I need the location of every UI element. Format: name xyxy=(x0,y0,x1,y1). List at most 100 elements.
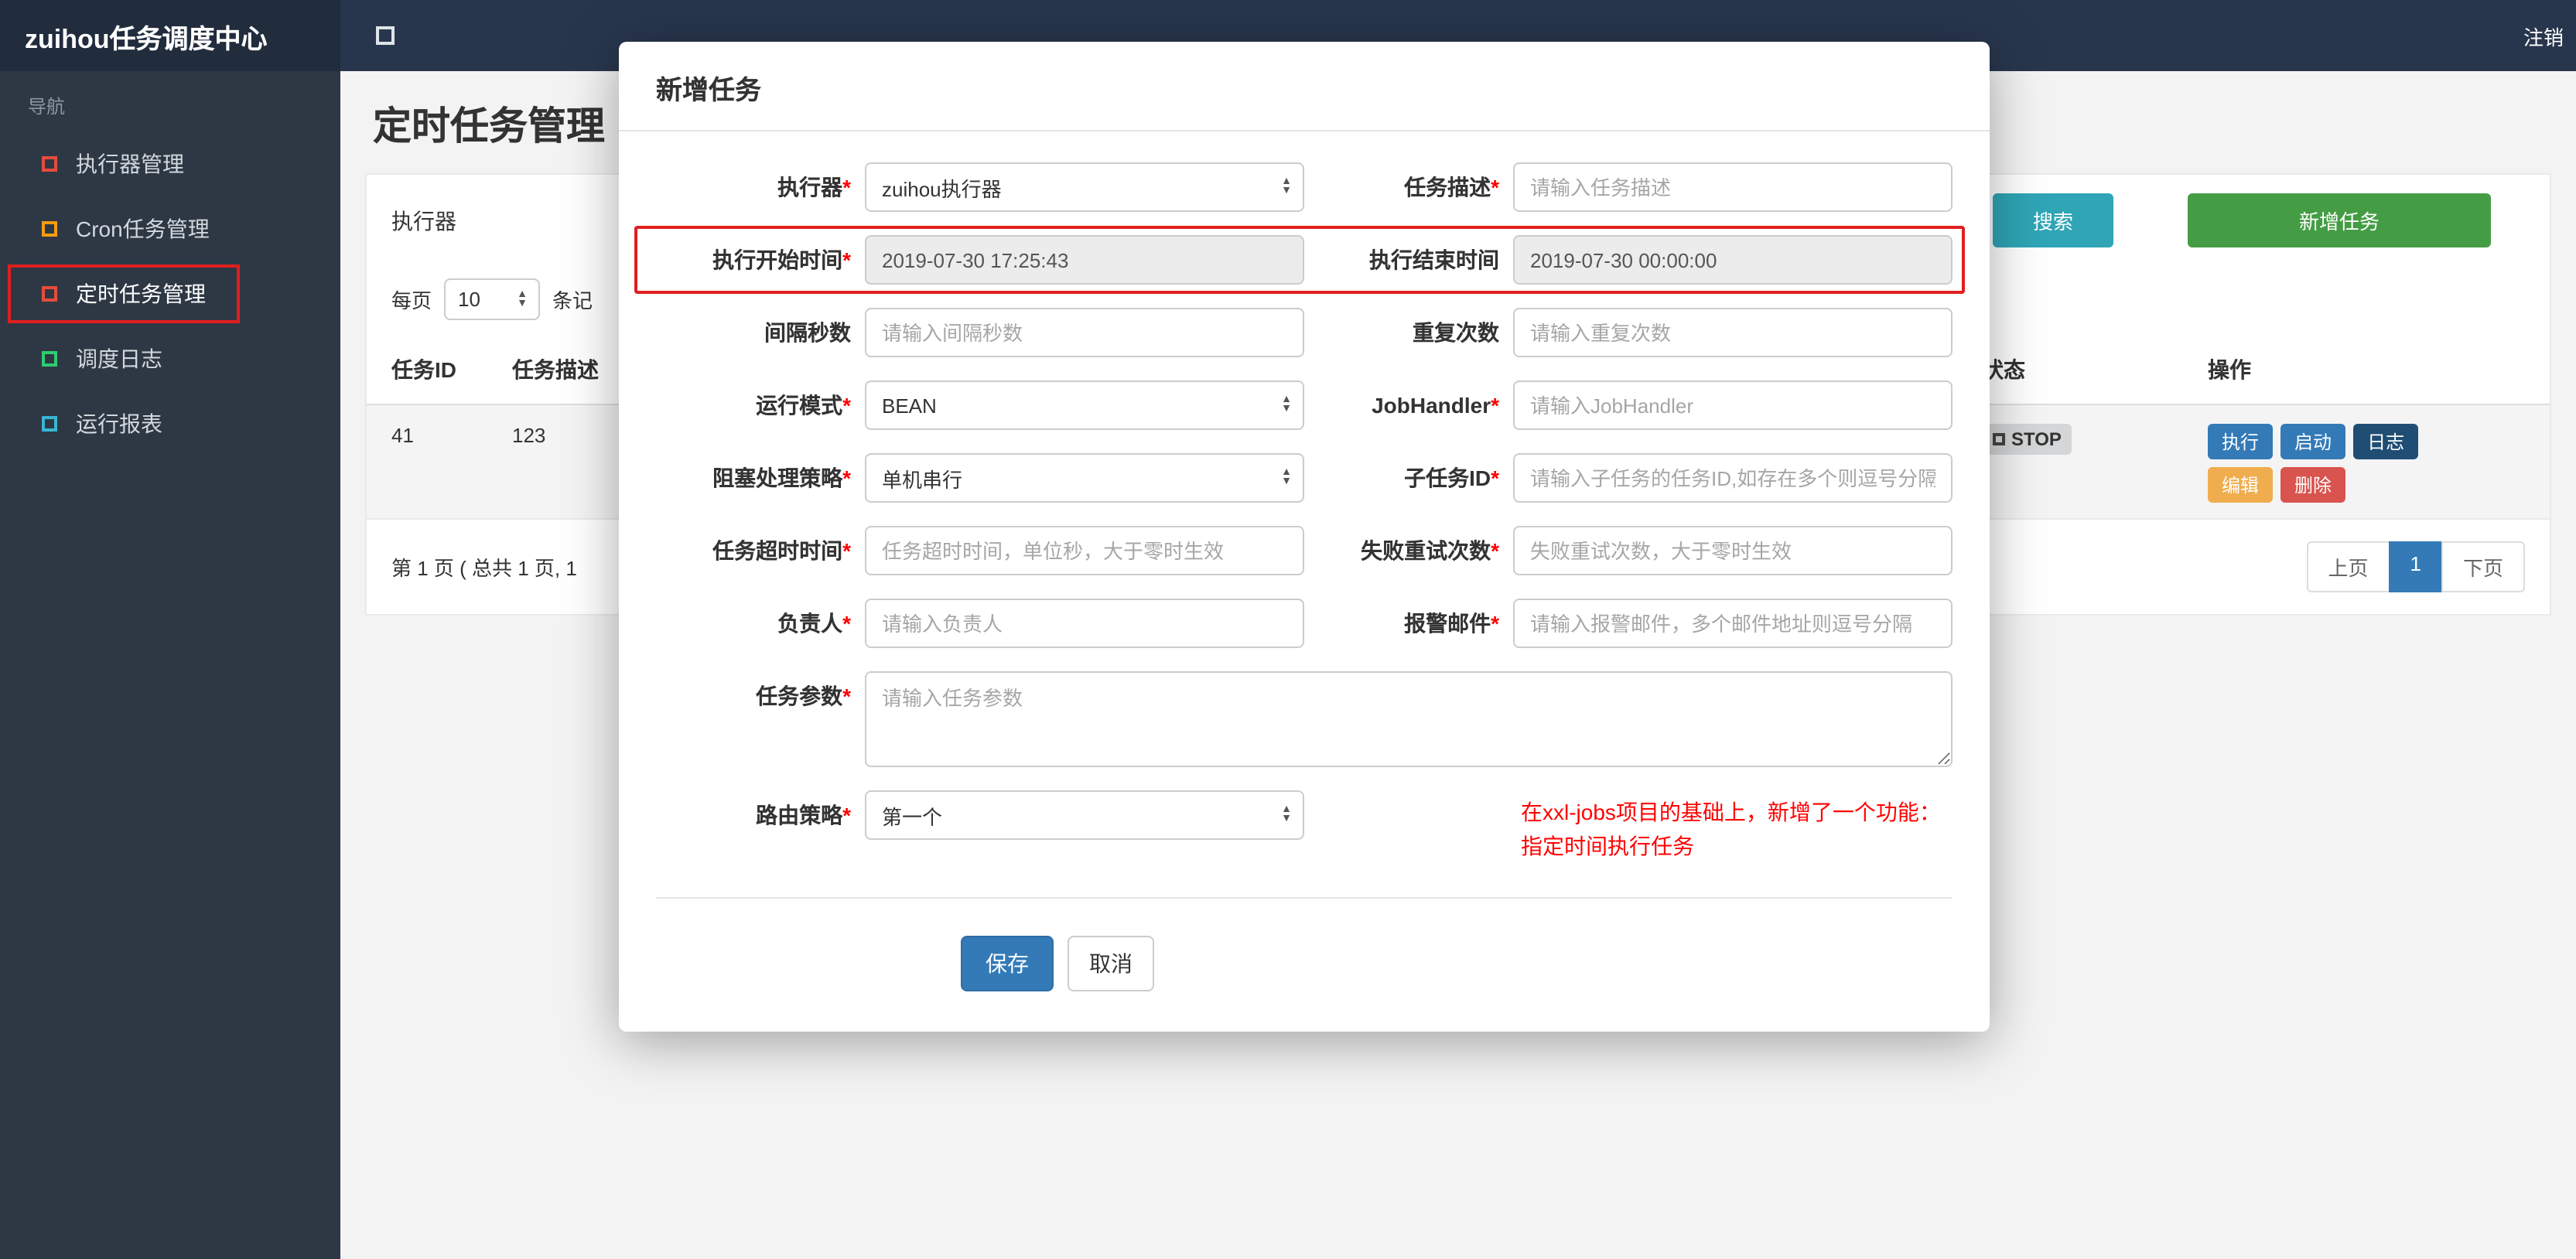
logout-button[interactable]: 注销 xyxy=(2523,21,2576,50)
child-job-input[interactable] xyxy=(1513,453,1952,503)
interval-label: 间隔秒数 xyxy=(764,320,851,345)
owner-label: 负责人* xyxy=(777,611,851,636)
repeat-input[interactable] xyxy=(1513,308,1952,357)
modal-footer: 保存 取消 xyxy=(619,906,1496,1032)
alarm-email-label: 报警邮件* xyxy=(1404,611,1499,636)
executor-select[interactable]: zuihou执行器 xyxy=(865,162,1304,212)
select-arrows-icon xyxy=(1281,469,1292,487)
select-arrows-icon xyxy=(1281,178,1292,196)
square-icon xyxy=(42,286,57,302)
add-task-button[interactable]: 新增任务 xyxy=(2187,193,2491,247)
cell-task-id: 41 xyxy=(391,424,414,447)
job-handler-label: JobHandler* xyxy=(1372,393,1499,418)
run-mode-select[interactable]: BEAN xyxy=(865,380,1304,430)
cancel-button[interactable]: 取消 xyxy=(1068,936,1155,992)
stop-square-icon xyxy=(1993,433,2005,445)
save-button[interactable]: 保存 xyxy=(961,936,1054,992)
brand-logo: zuihou任务调度中心 xyxy=(0,0,340,71)
params-label: 任务参数* xyxy=(756,684,851,708)
sidebar-item-scheduled-task-management[interactable]: 定时任务管理 xyxy=(0,261,340,326)
sidebar-item-label: 执行器管理 xyxy=(76,152,184,176)
modal-header: 新增任务 xyxy=(619,42,1990,131)
sidebar-toggle-icon[interactable] xyxy=(376,26,395,45)
interval-input[interactable] xyxy=(865,308,1304,357)
sidebar-item-dispatch-log[interactable]: 调度日志 xyxy=(0,326,340,391)
timeout-label: 任务超时时间* xyxy=(712,538,851,563)
per-page-select[interactable]: 10 xyxy=(444,278,541,320)
sidebar-item-label: 运行报表 xyxy=(76,411,162,436)
col-status: 状态 xyxy=(1982,357,2025,382)
sidebar-item-run-report[interactable]: 运行报表 xyxy=(0,391,340,456)
square-icon xyxy=(42,416,57,432)
per-page-prefix: 每页 xyxy=(391,289,432,312)
start-button[interactable]: 启动 xyxy=(2280,424,2346,459)
next-page-button[interactable]: 下页 xyxy=(2441,541,2525,592)
repeat-label: 重复次数 xyxy=(1413,320,1499,345)
sidebar-item-label: 定时任务管理 xyxy=(76,281,206,306)
sidebar-section-label: 导航 xyxy=(28,96,66,118)
task-desc-label: 任务描述* xyxy=(1404,175,1499,200)
execute-button[interactable]: 执行 xyxy=(2208,424,2274,459)
row-runmode-jobhandler: 运行模式* BEAN JobHandler* xyxy=(656,380,1952,430)
retry-label: 失败重试次数* xyxy=(1361,538,1499,563)
pagination-summary: 第 1 页 ( 总共 1 页, 1 xyxy=(391,557,577,580)
row-route-strategy: 路由策略* 第一个 在xxl-jobs项目的基础上，新增了一个功能： 指定时间执… xyxy=(656,790,1952,864)
start-time-label: 执行开始时间* xyxy=(712,247,851,272)
end-time-input[interactable] xyxy=(1513,235,1952,285)
col-actions: 操作 xyxy=(2208,357,2251,382)
search-button[interactable]: 搜索 xyxy=(1992,193,2113,247)
feature-note: 在xxl-jobs项目的基础上，新增了一个功能： 指定时间执行任务 xyxy=(1521,800,1941,858)
square-icon xyxy=(42,351,57,367)
child-job-label: 子任务ID* xyxy=(1404,466,1499,490)
select-arrows-icon xyxy=(1281,396,1292,415)
executor-label: 执行器* xyxy=(777,175,851,200)
row-params: 任务参数* xyxy=(656,671,1952,767)
square-icon xyxy=(42,221,57,237)
retry-input[interactable] xyxy=(1513,526,1952,575)
row-block-childjob: 阻塞处理策略* 单机串行 子任务ID* xyxy=(656,453,1952,503)
route-strategy-label: 路由策略* xyxy=(756,803,851,827)
sidebar: 导航 执行器管理 Cron任务管理 定时任务管理 调度日志 运行报表 xyxy=(0,71,340,1259)
edit-button[interactable]: 编辑 xyxy=(2208,467,2274,503)
start-time-input[interactable] xyxy=(865,235,1304,285)
page-1-button[interactable]: 1 xyxy=(2388,541,2443,592)
pager: 上页 1 下页 xyxy=(2306,541,2525,592)
row-owner-email: 负责人* 报警邮件* xyxy=(656,599,1952,648)
timeout-input[interactable] xyxy=(865,526,1304,575)
row-interval-repeat: 间隔秒数 重复次数 xyxy=(656,308,1952,357)
end-time-label: 执行结束时间 xyxy=(1369,247,1499,272)
row-start-end-time: 执行开始时间* 执行结束时间 xyxy=(634,226,1965,294)
modal-divider xyxy=(656,897,1952,899)
run-mode-label: 运行模式* xyxy=(756,393,851,418)
row-executor-desc: 执行器* zuihou执行器 任务描述* xyxy=(656,162,1952,212)
square-icon xyxy=(42,156,57,172)
sidebar-item-label: 调度日志 xyxy=(76,346,162,371)
status-badge: STOP xyxy=(1982,424,2072,455)
per-page-value: 10 xyxy=(458,288,480,311)
block-strategy-label: 阻塞处理策略* xyxy=(712,466,851,490)
sidebar-item-cron-task-management[interactable]: Cron任务管理 xyxy=(0,196,340,261)
block-strategy-select[interactable]: 单机串行 xyxy=(865,453,1304,503)
row-actions: 执行 启动 日志 编辑 删除 xyxy=(2208,424,2440,503)
route-strategy-select[interactable]: 第一个 xyxy=(865,790,1304,840)
params-textarea[interactable] xyxy=(865,671,1952,767)
sidebar-item-label: Cron任务管理 xyxy=(76,217,210,241)
owner-input[interactable] xyxy=(865,599,1304,648)
sidebar-item-executor-management[interactable]: 执行器管理 xyxy=(0,131,340,196)
prev-page-button[interactable]: 上页 xyxy=(2306,541,2390,592)
executor-filter-label: 执行器 xyxy=(391,208,456,233)
log-button[interactable]: 日志 xyxy=(2353,424,2419,459)
row-timeout-retry: 任务超时时间* 失败重试次数* xyxy=(656,526,1952,575)
add-task-modal: 新增任务 执行器* zuihou执行器 任务描述* xyxy=(619,42,1990,1032)
app-viewport: zuihou任务调度中心 注销 导航 执行器管理 Cron任务管理 定时任务管理… xyxy=(0,0,2576,1259)
delete-button[interactable]: 删除 xyxy=(2280,467,2346,503)
task-desc-input[interactable] xyxy=(1513,162,1952,212)
per-page-suffix: 条记 xyxy=(552,289,593,312)
modal-title: 新增任务 xyxy=(656,76,761,105)
select-arrows-icon xyxy=(1281,806,1292,824)
modal-body: 执行器* zuihou执行器 任务描述* 执行开始时间* xyxy=(619,131,1990,906)
alarm-email-input[interactable] xyxy=(1513,599,1952,648)
col-task-id: 任务ID xyxy=(391,357,456,382)
select-arrows-icon xyxy=(517,290,528,309)
job-handler-input[interactable] xyxy=(1513,380,1952,430)
